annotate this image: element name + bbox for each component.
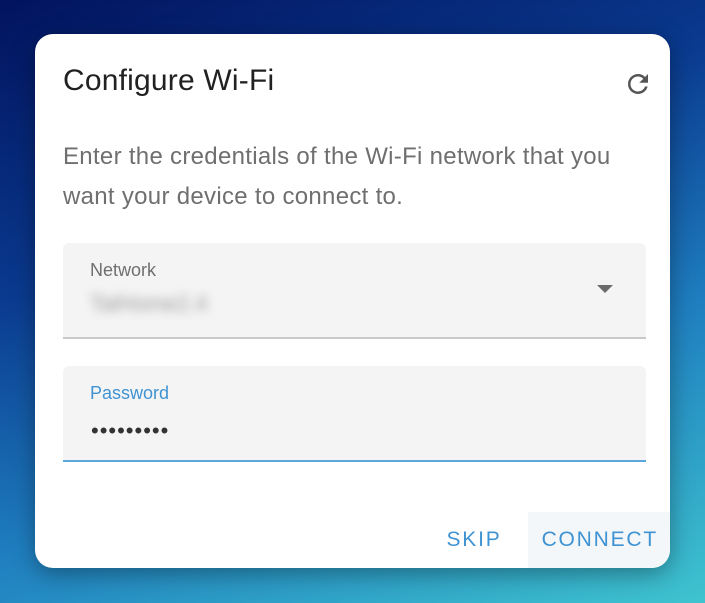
configure-wifi-dialog: Configure Wi-Fi Enter the credentials of… <box>35 34 670 568</box>
network-select[interactable]: Network TalHome2.4 <box>63 243 646 339</box>
caret-down-icon[interactable] <box>597 285 613 293</box>
refresh-button[interactable] <box>620 66 656 102</box>
skip-button[interactable]: SKIP <box>433 512 516 568</box>
dialog-actions: SKIP CONNECT <box>433 512 670 568</box>
network-label: Network <box>90 260 157 280</box>
password-value[interactable]: ••••••••• <box>91 418 169 444</box>
network-value: TalHome2.4 <box>90 291 208 316</box>
password-label: Password <box>90 383 170 403</box>
connect-button[interactable]: CONNECT <box>527 512 670 568</box>
refresh-icon <box>628 74 648 94</box>
dialog-title: Configure Wi-Fi <box>63 64 275 97</box>
password-field[interactable]: Password ••••••••• <box>63 366 646 462</box>
dialog-description: Enter the credentials of the Wi-Fi netwo… <box>63 143 611 210</box>
